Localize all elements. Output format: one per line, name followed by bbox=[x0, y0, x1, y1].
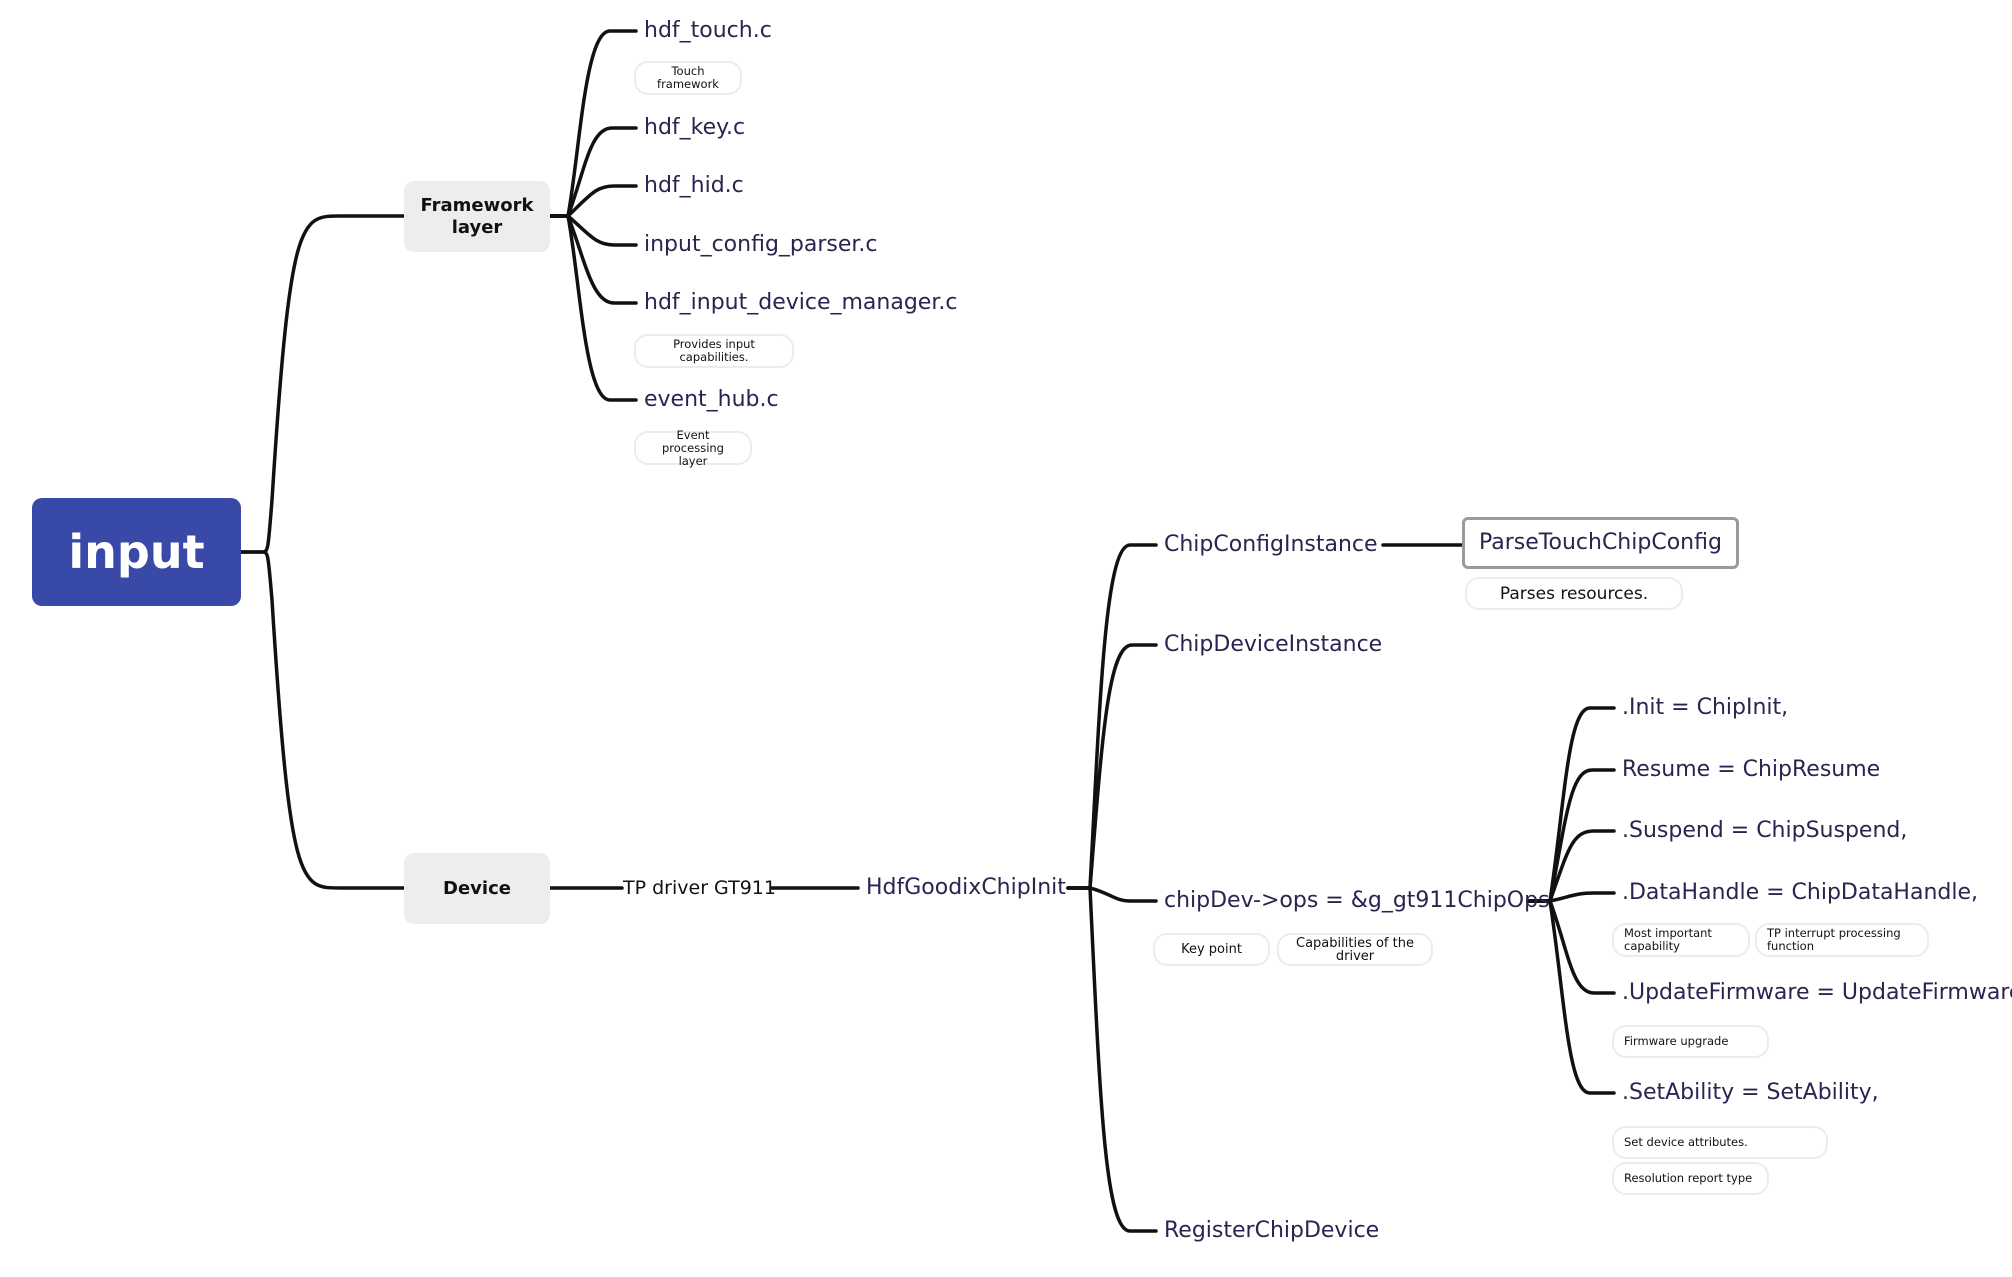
note-tp-interrupt-processing: TP interrupt processing function bbox=[1755, 923, 1929, 957]
register-chip-device-node[interactable]: RegisterChipDevice bbox=[1164, 1217, 1379, 1245]
root-node[interactable]: input bbox=[32, 498, 241, 606]
event-hub-node[interactable]: event_hub.c bbox=[644, 386, 779, 414]
link-ops-init bbox=[1526, 706, 1616, 903]
ops-suspend-node[interactable]: .Suspend = ChipSuspend, bbox=[1622, 817, 1907, 845]
note-firmware-upgrade: Firmware upgrade bbox=[1612, 1025, 1769, 1058]
link-framework-hdf-touch bbox=[547, 29, 638, 218]
ops-updatefirmware-node[interactable]: .UpdateFirmware = UpdateFirmware, bbox=[1622, 979, 2012, 1007]
note-capabilities-of-driver: Capabilities of the driver bbox=[1277, 933, 1433, 966]
link-root-device bbox=[239, 550, 406, 890]
chip-config-instance-node[interactable]: ChipConfigInstance bbox=[1164, 531, 1378, 559]
framework-layer-node[interactable]: Framework layer bbox=[404, 181, 550, 252]
device-node[interactable]: Device bbox=[404, 853, 550, 924]
ops-resume-node[interactable]: Resume = ChipResume bbox=[1622, 756, 1880, 784]
note-key-point: Key point bbox=[1153, 933, 1270, 966]
note-most-important-capability: Most important capability bbox=[1612, 923, 1750, 957]
note-parses-resources: Parses resources. bbox=[1465, 577, 1683, 610]
hdf-hid-node[interactable]: hdf_hid.c bbox=[644, 172, 744, 200]
note-set-device-attributes: Set device attributes. bbox=[1612, 1126, 1828, 1159]
link-init-ops bbox=[1066, 886, 1158, 903]
chip-ops-node[interactable]: chipDev->ops = &g_gt911ChipOps bbox=[1164, 887, 1550, 915]
ops-datahandle-node[interactable]: .DataHandle = ChipDataHandle, bbox=[1622, 879, 1978, 907]
link-init-register bbox=[1066, 886, 1158, 1233]
ops-init-node[interactable]: .Init = ChipInit, bbox=[1622, 694, 1788, 722]
note-touch-framework: Touch framework bbox=[634, 61, 742, 95]
hdf-goodix-chip-init-node[interactable]: HdfGoodixChipInit bbox=[866, 874, 1066, 902]
parse-touch-chip-config-node[interactable]: ParseTouchChipConfig bbox=[1462, 517, 1739, 569]
link-ops-setability bbox=[1526, 899, 1616, 1095]
hdf-touch-node[interactable]: hdf_touch.c bbox=[644, 17, 772, 45]
hdf-input-device-manager-node[interactable]: hdf_input_device_manager.c bbox=[644, 289, 957, 317]
note-event-processing-layer: Event processing layer bbox=[634, 428, 752, 467]
link-init-instance bbox=[1066, 643, 1158, 890]
link-framework-input-config-parser bbox=[547, 214, 638, 247]
link-root-framework bbox=[239, 214, 406, 554]
hdf-key-node[interactable]: hdf_key.c bbox=[644, 114, 745, 142]
link-ops-resume bbox=[1526, 768, 1616, 903]
chip-device-instance-node[interactable]: ChipDeviceInstance bbox=[1164, 631, 1382, 659]
note-provides-input-capabilities: Provides input capabilities. bbox=[634, 334, 794, 368]
link-framework-device-manager bbox=[547, 214, 638, 305]
link-framework-hdf-key bbox=[547, 126, 638, 218]
ops-setability-node[interactable]: .SetAbility = SetAbility, bbox=[1622, 1079, 1879, 1107]
tp-driver-node[interactable]: TP driver GT911 bbox=[623, 875, 776, 901]
link-framework-hdf-hid bbox=[547, 184, 638, 218]
input-config-parser-node[interactable]: input_config_parser.c bbox=[644, 231, 878, 259]
note-resolution-report-type: Resolution report type bbox=[1612, 1162, 1769, 1195]
link-init-config bbox=[1066, 543, 1158, 890]
